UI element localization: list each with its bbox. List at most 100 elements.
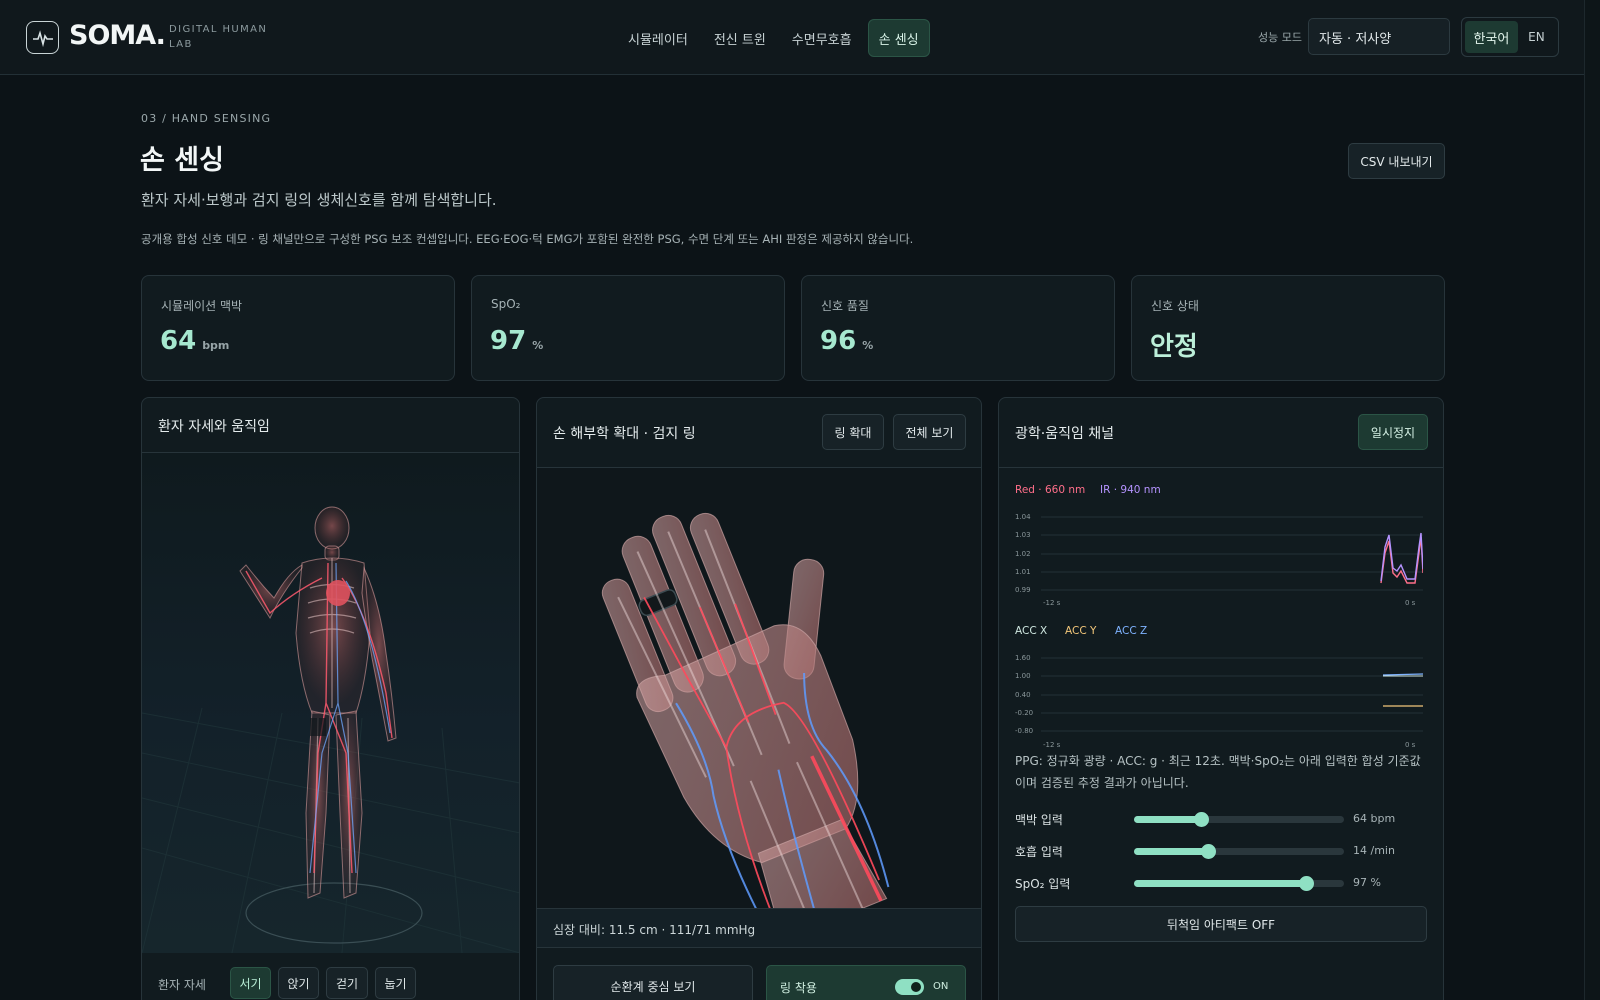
main-nav: 시뮬레이터 전신 트윈 수면무호흡 손 센싱 (618, 19, 930, 57)
spo2-slider-label: SpO₂ 입력 (1015, 877, 1071, 891)
stat-unit: % (532, 339, 544, 352)
acc-xtick-start: -12 s (1043, 741, 1061, 749)
hand-anatomy-illustration (601, 512, 890, 908)
pulse-logo-icon[interactable] (26, 21, 59, 54)
legend-acc-x: ACC X (1015, 625, 1048, 637)
logo-wordmark[interactable]: SOMA. (69, 20, 166, 51)
stat-label: SpO₂ (491, 297, 521, 311)
pause-button[interactable]: 일시정지 (1358, 414, 1428, 450)
respiration-slider-label: 호흡 입력 (1015, 845, 1063, 859)
language-ko-button[interactable]: 한국어 (1465, 21, 1518, 53)
stat-value: 97% (490, 326, 544, 356)
ppg-ytick: 1.01 (1015, 568, 1031, 576)
panel-title: 광학·움직임 채널 (1015, 426, 1115, 442)
ring-wear-switch[interactable] (895, 979, 924, 995)
posture-lie-button[interactable]: 눕기 (375, 967, 416, 999)
acc-ytick: -0.20 (1015, 709, 1034, 717)
spo2-slider[interactable] (1134, 876, 1344, 891)
acc-ytick: -0.80 (1015, 727, 1034, 735)
ring-zoom-button[interactable]: 링 확대 (822, 414, 884, 450)
patient-posture-panel: 환자 자세와 움직임 환자 자세 서기 앉기 걷기 눕기 (141, 397, 520, 1000)
stat-card-signal-quality: 신호 품질 96% (801, 275, 1115, 381)
hand-anatomy-panel: 손 해부학 확대 · 검지 링 링 확대 전체 보기 심장 대비: 11.5 c… (536, 397, 982, 1000)
pulse-slider-value: 64 bpm (1353, 812, 1396, 825)
performance-mode-label: 성능 모드 (1258, 31, 1302, 44)
stat-label: 시뮬레이션 맥박 (161, 299, 243, 313)
heart-offset-readout: 심장 대비: 11.5 cm · 111/71 mmHg (537, 908, 981, 948)
ring-wear-toggle[interactable]: 링 착용 ON (766, 965, 966, 1000)
acc-chart (1041, 657, 1423, 732)
posture-label: 환자 자세 (158, 978, 206, 992)
heart-offset-text: 심장 대비: 11.5 cm · 111/71 mmHg (553, 923, 756, 937)
slider-knob[interactable] (1194, 812, 1210, 827)
nav-tab-hand-sensing[interactable]: 손 센싱 (867, 19, 930, 57)
ppg-xtick-end: 0 s (1405, 599, 1416, 607)
body-anatomy-illustration (142, 506, 519, 953)
panel-title: 환자 자세와 움직임 (158, 419, 270, 435)
ppg-ytick: 0.99 (1015, 586, 1031, 594)
panel-title: 손 해부학 확대 · 검지 링 (553, 426, 696, 442)
slider-fill (1134, 880, 1307, 887)
ring-wear-label: 링 착용 (780, 981, 817, 995)
stat-unit: % (862, 339, 874, 352)
stat-value: 64 bpm (160, 326, 230, 356)
nav-tab-simulator[interactable]: 시뮬레이터 (618, 19, 698, 57)
motion-artifact-toggle[interactable]: 뒤척임 아티팩트 OFF (1015, 906, 1427, 942)
panel-header: 광학·움직임 채널 일시정지 (999, 398, 1443, 468)
ring-wear-state: ON (933, 981, 949, 992)
page-scrollbar[interactable] (1584, 0, 1600, 1000)
panel-header: 환자 자세와 움직임 (142, 398, 519, 453)
signal-note: PPG: 정규화 광량 · ACC: g · 최근 12초. 맥박·SpO₂는 … (1015, 754, 1421, 790)
legend-acc-y: ACC Y (1065, 625, 1097, 637)
pulse-slider[interactable] (1134, 812, 1344, 827)
optical-motion-panel: 광학·움직임 채널 일시정지 Red · 660 nm IR · 940 nm … (998, 397, 1444, 1000)
pulse-slider-label: 맥박 입력 (1015, 813, 1063, 827)
acc-xtick-end: 0 s (1405, 741, 1416, 749)
logo-subtitle: DIGITAL HUMAN LAB (169, 24, 268, 50)
posture-sit-button[interactable]: 앉기 (278, 967, 319, 999)
ppg-xtick-start: -12 s (1043, 599, 1061, 607)
body-3d-viewport[interactable] (142, 453, 519, 953)
ppg-ytick: 1.04 (1015, 513, 1031, 521)
hand-3d-viewport[interactable] (537, 468, 981, 908)
respiration-slider[interactable] (1134, 844, 1344, 859)
language-en-button[interactable]: EN (1518, 21, 1555, 53)
legend-red: Red · 660 nm (1015, 484, 1086, 496)
acc-ytick: 1.60 (1015, 654, 1031, 662)
stat-card-spo2: SpO₂ 97% (471, 275, 785, 381)
posture-walk-button[interactable]: 걷기 (326, 967, 368, 999)
acc-z-line (1382, 673, 1423, 676)
page-title: 손 센싱 (140, 145, 224, 176)
performance-mode-select[interactable]: 자동 · 저사양 (1308, 18, 1450, 55)
stat-card-pulse: 시뮬레이션 맥박 64 bpm (141, 275, 455, 381)
slider-knob[interactable] (1200, 844, 1216, 859)
stat-value: 96% (820, 326, 874, 356)
ppg-chart (1041, 516, 1423, 591)
stat-label: 신호 품질 (821, 299, 869, 313)
csv-export-button[interactable]: CSV 내보내기 (1348, 143, 1445, 179)
slider-fill (1134, 848, 1208, 855)
top-bar: SOMA. DIGITAL HUMAN LAB 시뮬레이터 전신 트윈 수면무호… (0, 0, 1584, 75)
circulation-focus-button[interactable]: 순환계 중심 보기 (553, 965, 753, 1000)
legend-ir: IR · 940 nm (1100, 484, 1161, 496)
language-switch: 한국어 EN (1461, 17, 1559, 57)
section-eyebrow: 03 / HAND SENSING (141, 112, 272, 125)
nav-tab-body-twin[interactable]: 전신 트윈 (704, 19, 776, 57)
page-disclaimer: 공개용 합성 신호 데모 · 링 채널만으로 구성한 PSG 보조 컨셉입니다.… (141, 232, 914, 246)
acc-ytick: 0.40 (1015, 691, 1031, 699)
respiration-slider-value: 14 /min (1353, 844, 1395, 857)
posture-stand-button[interactable]: 서기 (230, 967, 271, 999)
spo2-slider-value: 97 % (1353, 876, 1381, 889)
slider-knob[interactable] (1299, 876, 1315, 891)
nav-tab-sleep-apnea[interactable]: 수면무호흡 (782, 19, 862, 57)
ppg-ytick: 1.02 (1015, 550, 1031, 558)
page-subtitle: 환자 자세·보행과 검지 링의 생체신호를 함께 탐색합니다. (141, 191, 497, 209)
slider-fill (1134, 816, 1202, 823)
stat-label: 신호 상태 (1151, 299, 1199, 313)
full-view-button[interactable]: 전체 보기 (893, 414, 966, 450)
stat-unit: bpm (202, 339, 230, 352)
acc-ytick: 1.00 (1015, 672, 1031, 680)
stat-value: 안정 (1150, 332, 1198, 362)
panel-header: 손 해부학 확대 · 검지 링 링 확대 전체 보기 (537, 398, 981, 468)
stat-card-signal-status: 신호 상태 안정 (1131, 275, 1445, 381)
